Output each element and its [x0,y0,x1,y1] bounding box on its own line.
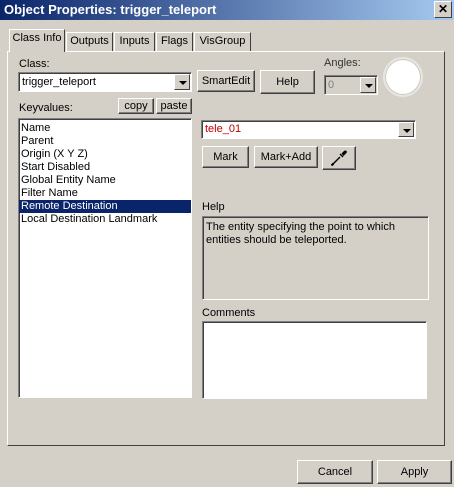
angles-value: 0 [328,79,335,91]
tab-label: Flags [161,35,188,47]
paste-label: paste [160,100,188,112]
tab-label: Inputs [119,35,150,47]
chevron-down-icon[interactable] [398,122,414,137]
chevron-down-icon[interactable] [360,77,376,93]
angles-label: Angles: [324,57,361,69]
eyedropper-icon [330,150,347,167]
list-item-selected[interactable]: Remote Destination [19,200,191,213]
mark-label: Mark [213,151,238,163]
chevron-down-icon[interactable] [174,74,190,90]
apply-button[interactable]: Apply [377,460,452,484]
tab-label: Outputs [70,35,109,47]
keyvalues-label: Keyvalues: [19,102,73,114]
list-item[interactable]: Parent [19,135,191,148]
angle-dial[interactable] [383,57,423,97]
class-label: Class: [19,58,50,70]
tab-inputs[interactable]: Inputs [114,32,155,51]
help-label: Help [202,201,225,213]
mark-add-label: Mark+Add [260,151,312,163]
list-item[interactable]: Start Disabled [19,161,191,174]
eyedropper-button[interactable] [322,146,356,170]
tab-flags[interactable]: Flags [156,32,193,51]
class-value: trigger_teleport [22,76,96,88]
value-text: tele_01 [205,123,242,135]
window-title: Object Properties: trigger_teleport [4,2,217,17]
close-icon: ✕ [437,2,449,16]
comments-textarea[interactable] [202,321,427,399]
help-text-box: The entity specifying the point to which… [202,216,429,300]
help-button[interactable]: Help [260,70,315,94]
smartedit-toggle[interactable]: SmartEdit [197,70,255,92]
copy-label: copy [124,100,148,112]
list-item[interactable]: Filter Name [19,187,191,200]
help-text: The entity specifying the point to which… [206,221,395,246]
angles-combobox[interactable]: 0 [324,75,378,95]
smartedit-label: SmartEdit [201,75,251,87]
comments-label: Comments [202,307,256,319]
class-combobox[interactable]: trigger_teleport [18,72,192,92]
value-combobox[interactable]: tele_01 [201,120,416,139]
apply-label: Apply [400,466,429,478]
help-button-label: Help [276,76,299,88]
copy-button[interactable]: copy [118,98,154,114]
cancel-button[interactable]: Cancel [297,460,373,484]
mark-add-button[interactable]: Mark+Add [254,146,318,168]
mark-button[interactable]: Mark [202,146,249,168]
list-item[interactable]: Global Entity Name [19,174,191,187]
window-title-bar: Object Properties: trigger_teleport [0,0,454,20]
list-item[interactable]: Name [19,122,191,135]
list-item[interactable]: Local Destination Landmark [19,213,191,226]
tab-label: VisGroup [199,35,246,47]
tab-visgroup[interactable]: VisGroup [194,32,251,51]
cancel-label: Cancel [317,466,353,478]
close-button[interactable]: ✕ [434,1,452,18]
tab-outputs[interactable]: Outputs [66,32,113,51]
paste-button[interactable]: paste [156,98,192,114]
tab-label: Class Info [12,32,62,44]
keyvalues-list[interactable]: Name Parent Origin (X Y Z) Start Disable… [18,118,192,398]
list-item[interactable]: Origin (X Y Z) [19,148,191,161]
tab-class-info[interactable]: Class Info [9,29,65,52]
